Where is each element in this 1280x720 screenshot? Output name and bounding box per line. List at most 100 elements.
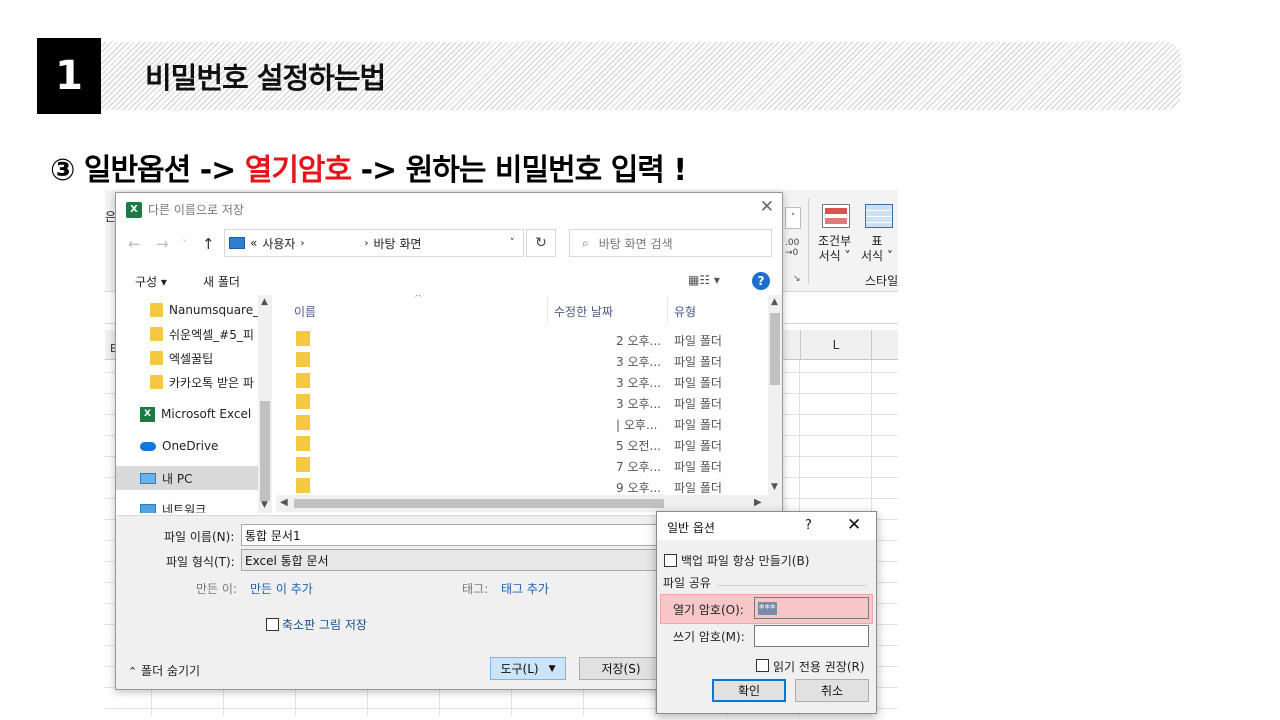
file-row[interactable]: 3 오후... 파일 폴더 xyxy=(276,370,766,391)
help-icon[interactable]: ? xyxy=(752,272,770,290)
save-thumbnail-checkbox[interactable] xyxy=(266,618,279,631)
save-button[interactable]: 저장(S) xyxy=(579,657,663,680)
format-as-table-icon[interactable] xyxy=(865,204,893,228)
format-as-table-button[interactable]: 표 서식 ˅ xyxy=(861,234,893,264)
file-type: 파일 폴더 xyxy=(674,376,722,390)
file-row[interactable]: 3 오후... 파일 폴더 xyxy=(276,349,766,370)
address-bar[interactable]: « 사용자 › › 바탕 화면 ˅ xyxy=(224,229,524,257)
close-icon[interactable]: ✕ xyxy=(760,197,774,217)
ribbon-dropdown[interactable]: ˅ xyxy=(785,207,801,229)
new-folder-button[interactable]: 새 폴더 xyxy=(203,273,240,290)
scroll-left-icon[interactable]: ◀ xyxy=(280,497,288,508)
cloud-icon xyxy=(140,441,156,451)
folder-icon xyxy=(296,394,310,409)
address-segment-desktop[interactable]: 바탕 화면 xyxy=(373,235,421,252)
scroll-up-icon[interactable]: ▲ xyxy=(261,297,268,307)
ok-button[interactable]: 확인 xyxy=(712,679,786,702)
slide-number: 1 xyxy=(37,38,101,114)
view-options-icon[interactable]: ▦☷ ▾ xyxy=(688,273,720,287)
nav-item-microsoft-excel[interactable]: X Microsoft Excel xyxy=(116,402,258,426)
tools-button[interactable]: 도구(L) ▼ xyxy=(490,657,566,680)
nav-item-folder[interactable]: 쉬운엑셀_#5_피 xyxy=(116,322,258,346)
nav-item-label: 엑셀꿀팁 xyxy=(169,351,214,366)
address-segment-users[interactable]: 사용자 xyxy=(262,235,295,252)
open-password-input[interactable]: *** xyxy=(754,597,869,619)
cancel-button[interactable]: 취소 xyxy=(795,679,869,702)
backup-label[interactable]: 백업 파일 항상 만들기(B) xyxy=(681,552,809,569)
address-separator-icon[interactable]: › xyxy=(364,238,368,249)
file-row[interactable]: 9 오후... 파일 폴더 xyxy=(276,475,766,496)
file-type-select[interactable]: Excel 통합 문서 xyxy=(241,549,661,571)
organize-button[interactable]: 구성 ▾ xyxy=(135,273,167,290)
nav-item-onedrive[interactable]: OneDrive xyxy=(116,434,258,458)
nav-item-this-pc[interactable]: 내 PC xyxy=(116,466,258,490)
nav-pane-scrollbar[interactable]: ▲ ▼ xyxy=(258,295,272,513)
scroll-down-icon[interactable]: ▼ xyxy=(771,482,778,492)
read-only-label[interactable]: 읽기 전용 권장(R) xyxy=(773,658,865,675)
file-list-scrollbar[interactable]: ▲ ▼ xyxy=(768,295,782,495)
modify-password-input[interactable] xyxy=(754,625,869,647)
nav-item-folder[interactable]: 엑셀꿀팁 xyxy=(116,346,258,370)
horizontal-scroll-thumb[interactable] xyxy=(294,499,664,508)
group-divider xyxy=(717,585,867,586)
add-author-link[interactable]: 만든 이 추가 xyxy=(250,580,313,597)
file-row[interactable]: 3 오후... 파일 폴더 xyxy=(276,391,766,412)
help-icon[interactable]: ? xyxy=(805,518,812,533)
column-header-date[interactable]: 수정한 날짜 xyxy=(554,303,613,320)
file-list-scroll-thumb[interactable] xyxy=(770,313,780,385)
open-password-value: *** xyxy=(758,601,777,615)
step-instruction: ③ 일반옵션 -> 열기암호 -> 원하는 비밀번호 입력 ! xyxy=(50,145,687,189)
read-only-checkbox[interactable] xyxy=(756,659,769,672)
file-row[interactable]: | 오후... 파일 폴더 xyxy=(276,412,766,433)
nav-item-label: 쉬운엑셀_#5_피 xyxy=(169,327,254,342)
nav-pane-scroll-thumb[interactable] xyxy=(260,401,270,501)
column-header-type[interactable]: 유형 xyxy=(674,303,696,320)
file-row[interactable]: 2 오후... 파일 폴더 xyxy=(276,328,766,349)
hide-folders-toggle[interactable]: ⌃ 폴더 숨기기 xyxy=(128,662,200,679)
file-type: 파일 폴더 xyxy=(674,397,722,411)
file-list-horizontal-scrollbar[interactable]: ◀ ▶ xyxy=(276,495,782,512)
scroll-right-icon[interactable]: ▶ xyxy=(754,497,762,508)
address-overflow-chevron[interactable]: « xyxy=(250,236,257,250)
backup-checkbox[interactable] xyxy=(664,554,677,567)
modify-password-label: 쓰기 암호(M): xyxy=(673,630,745,644)
scroll-up-icon[interactable]: ▲ xyxy=(771,297,778,307)
search-box[interactable]: ⌕ 바탕 화면 검색 xyxy=(569,229,772,257)
file-type: 파일 폴더 xyxy=(674,334,722,348)
file-name-input[interactable]: 통합 문서1 xyxy=(241,524,661,546)
save-thumbnail-label[interactable]: 축소판 그림 저장 xyxy=(282,616,367,633)
up-arrow-icon[interactable]: ↑ xyxy=(202,235,215,253)
nav-item-label: 내 PC xyxy=(162,471,193,486)
forward-arrow-icon[interactable]: → xyxy=(156,235,169,253)
scroll-down-icon[interactable]: ▼ xyxy=(261,500,268,510)
column-header-name[interactable]: 이름 xyxy=(294,303,316,320)
options-dialog-title: 일반 옵션 xyxy=(667,521,715,535)
address-separator-icon[interactable]: › xyxy=(300,238,304,249)
file-row[interactable]: 5 오전... 파일 폴더 xyxy=(276,433,766,454)
back-arrow-icon[interactable]: ← xyxy=(128,235,141,253)
column-divider[interactable] xyxy=(547,297,548,323)
file-row[interactable]: 7 오후... 파일 폴더 xyxy=(276,454,766,475)
folder-icon xyxy=(296,352,310,367)
address-dropdown-icon[interactable]: ˅ xyxy=(510,236,516,249)
nav-item-folder[interactable]: 카카오톡 받은 파 xyxy=(116,370,258,394)
conditional-format-icon[interactable] xyxy=(822,204,850,228)
conditional-format-button[interactable]: 조건부 서식 ˅ xyxy=(818,234,851,264)
step-prefix: ③ 일반옵션 -> xyxy=(50,153,245,188)
ribbon-number-format-fragment[interactable]: .00 →0 xyxy=(785,238,799,258)
nav-item-network[interactable]: 네트워크 xyxy=(116,497,258,513)
options-title-bar: 일반 옵션 ? ✕ xyxy=(657,512,876,540)
add-tag-link[interactable]: 태그 추가 xyxy=(501,580,549,597)
format-as-table-label: 표 xyxy=(871,234,883,248)
close-icon[interactable]: ✕ xyxy=(847,515,861,535)
excel-app-icon: X xyxy=(126,201,142,218)
nav-item-folder[interactable]: Nanumsquare_a xyxy=(116,298,258,322)
refresh-button[interactable]: ↻ xyxy=(526,229,556,257)
recent-locations-chevron-icon[interactable]: ˅ xyxy=(182,239,187,250)
column-header-l[interactable]: L xyxy=(800,330,872,360)
conditional-format-label-2: 서식 ˅ xyxy=(818,249,851,263)
folder-icon xyxy=(296,457,310,472)
column-divider[interactable] xyxy=(667,297,668,323)
nav-item-label: OneDrive xyxy=(162,439,219,453)
dialog-launcher-icon[interactable]: ↘ xyxy=(793,274,801,284)
